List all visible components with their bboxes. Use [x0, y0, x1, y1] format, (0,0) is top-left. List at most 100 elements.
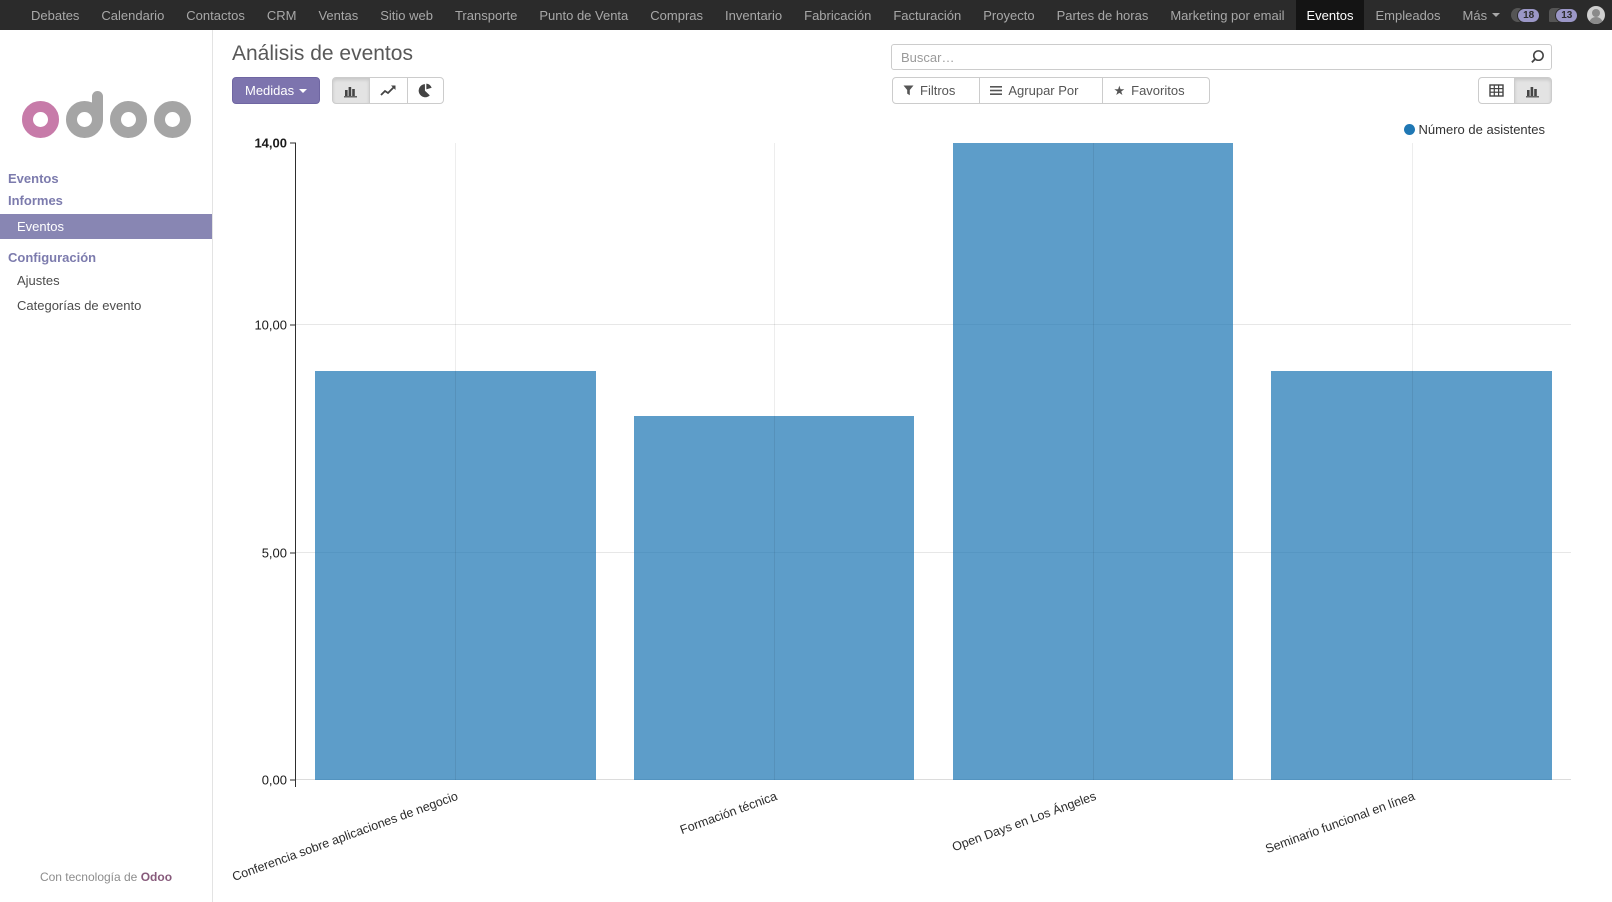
page-title: Análisis de eventos — [232, 42, 413, 66]
chart-column-formacion-tecnica: Formación técnica — [615, 143, 934, 780]
navbar-item-fabricacion[interactable]: Fabricación — [793, 0, 882, 30]
navbar-item-mas[interactable]: Más — [1452, 0, 1512, 30]
user-avatar[interactable] — [1587, 6, 1605, 24]
y-axis-tick-label: 0,00 — [262, 773, 287, 788]
chart-controls: Medidas — [232, 77, 444, 104]
navbar-item-debates[interactable]: Debates — [20, 0, 90, 30]
chart-legend-item[interactable]: Número de asistentes — [1404, 122, 1545, 137]
powered-by-text: Con tecnología de — [40, 870, 141, 884]
activity-count-badge: 18 — [1517, 8, 1540, 23]
navbar-item-marketing-por-email[interactable]: Marketing por email — [1159, 0, 1295, 30]
list-view-button[interactable] — [1478, 77, 1515, 104]
navbar-item-inventario[interactable]: Inventario — [714, 0, 793, 30]
gridline-10 — [296, 324, 1571, 325]
navbar-item-crm[interactable]: CRM — [256, 0, 308, 30]
navbar-item-partes-de-horas[interactable]: Partes de horas — [1046, 0, 1160, 30]
messages-button[interactable]: 13 — [1549, 8, 1578, 23]
navbar-item-punto-de-venta[interactable]: Punto de Venta — [528, 0, 639, 30]
caret-down-icon — [1492, 13, 1500, 17]
odoo-brand-link[interactable]: Odoo — [141, 870, 172, 884]
navbar-systray: 18 13 Administrator — [1511, 0, 1612, 30]
y-axis-tick-label: 5,00 — [262, 545, 287, 560]
sidebar-item-categorias-de-evento[interactable]: Categorías de evento — [0, 293, 212, 318]
x-gridline — [1412, 143, 1413, 780]
search-options: Filtros Agrupar Por ★ Favoritos — [892, 77, 1210, 104]
sidebar-item-eventos[interactable]: Eventos — [0, 214, 212, 239]
search-icon[interactable] — [1530, 49, 1545, 64]
logo-letter-o — [154, 101, 191, 138]
sidebar-sections: Informes Eventos ConfiguraciónAjustesCateg… — [0, 190, 212, 318]
legend-dot-icon — [1404, 124, 1415, 135]
pie-chart-button[interactable] — [407, 77, 444, 104]
sidebar-nav: Eventos InformesEventosConfiguraciónAjus… — [0, 168, 212, 318]
sidebar-heading-configuracion: Configuración — [0, 247, 212, 268]
chart-columns: Conferencia sobre aplicaciones de negoci… — [296, 143, 1571, 780]
favorites-button[interactable]: ★ Favoritos — [1102, 77, 1209, 104]
navbar-item-proyecto[interactable]: Proyecto — [972, 0, 1045, 30]
bar-chart-icon — [1525, 84, 1541, 98]
navbar-item-contactos[interactable]: Contactos — [175, 0, 256, 30]
favorites-label: Favoritos — [1131, 83, 1184, 98]
line-chart-icon — [380, 84, 397, 97]
chart-type-switcher — [332, 77, 444, 104]
sidebar-item-ajustes[interactable]: Ajustes — [0, 268, 212, 293]
logo-letter-d — [66, 101, 103, 138]
sidebar-heading-informes: Informes — [0, 190, 212, 211]
search-bar — [891, 44, 1552, 70]
activities-button[interactable]: 18 — [1511, 8, 1540, 23]
filter-funnel-icon — [903, 85, 914, 96]
navbar-item-compras[interactable]: Compras — [639, 0, 714, 30]
caret-down-icon — [299, 89, 307, 93]
y-axis-tick-mark — [290, 325, 296, 326]
navbar-item-facturacion[interactable]: Facturación — [882, 0, 972, 30]
search-input[interactable] — [891, 44, 1552, 70]
sidebar-app-eventos[interactable]: Eventos — [0, 168, 212, 189]
graph-view-button[interactable] — [1514, 77, 1552, 104]
y-axis-tick-mark — [290, 143, 296, 144]
navbar-item-transporte[interactable]: Transporte — [444, 0, 528, 30]
chart-column-open-days-en-los-angeles: Open Days en Los Ángeles — [934, 143, 1253, 780]
line-chart-button[interactable] — [369, 77, 408, 104]
x-axis-label: Conferencia sobre aplicaciones de negoci… — [231, 789, 460, 884]
y-axis-tick-label: 10,00 — [254, 318, 287, 333]
pie-chart-icon — [418, 83, 433, 98]
caret-down-icon — [961, 89, 969, 93]
top-navbar: DebatesCalendarioContactosCRMVentasSitio… — [0, 0, 1612, 30]
star-icon: ★ — [1113, 83, 1125, 99]
measures-button[interactable]: Medidas — [232, 77, 320, 104]
x-axis-label: Formación técnica — [678, 789, 779, 837]
x-gridline — [1093, 143, 1094, 780]
view-switcher — [1478, 77, 1552, 104]
navbar-item-sitio-web[interactable]: Sitio web — [369, 0, 444, 30]
filters-label: Filtros — [920, 83, 955, 98]
message-count-badge: 13 — [1555, 8, 1578, 23]
group-by-button[interactable]: Agrupar Por — [979, 77, 1103, 104]
navbar-item-calendario[interactable]: Calendario — [90, 0, 175, 30]
chart-column-conferencia-sobre-aplicaciones-de-negocio: Conferencia sobre aplicaciones de negoci… — [296, 143, 615, 780]
navbar-menu: DebatesCalendarioContactosCRMVentasSitio… — [0, 0, 1511, 30]
navbar-item-ventas[interactable]: Ventas — [307, 0, 369, 30]
y-axis-tick-label: 14,00 — [254, 136, 287, 151]
filter-row: Filtros Agrupar Por ★ Favoritos — [892, 77, 1552, 104]
x-axis-label: Open Days en Los Ángeles — [950, 789, 1098, 854]
filters-button[interactable]: Filtros — [892, 77, 980, 104]
bar-chart-button[interactable] — [332, 77, 370, 104]
caret-down-icon — [1191, 89, 1199, 93]
bar-chart-icon — [343, 84, 359, 98]
group-by-icon — [990, 85, 1002, 96]
y-axis-tick-mark — [290, 780, 296, 781]
navbar-item-empleados[interactable]: Empleados — [1364, 0, 1451, 30]
odoo-logo — [0, 78, 212, 138]
table-grid-icon — [1489, 84, 1504, 97]
y-axis-tick-mark — [290, 552, 296, 553]
legend-label: Número de asistentes — [1419, 122, 1545, 137]
navbar-item-eventos[interactable]: Eventos — [1296, 0, 1365, 30]
x-gridline — [774, 143, 775, 780]
bar-chart-plot: Conferencia sobre aplicaciones de negoci… — [296, 143, 1571, 780]
chart-column-seminario-funcional-en-linea: Seminario funcional en línea — [1252, 143, 1571, 780]
caret-down-icon — [1084, 89, 1092, 93]
logo-letter-o — [110, 101, 147, 138]
main-content: Análisis de eventos Medidas — [214, 30, 1612, 902]
group-by-label: Agrupar Por — [1008, 83, 1078, 98]
x-gridline — [455, 143, 456, 780]
